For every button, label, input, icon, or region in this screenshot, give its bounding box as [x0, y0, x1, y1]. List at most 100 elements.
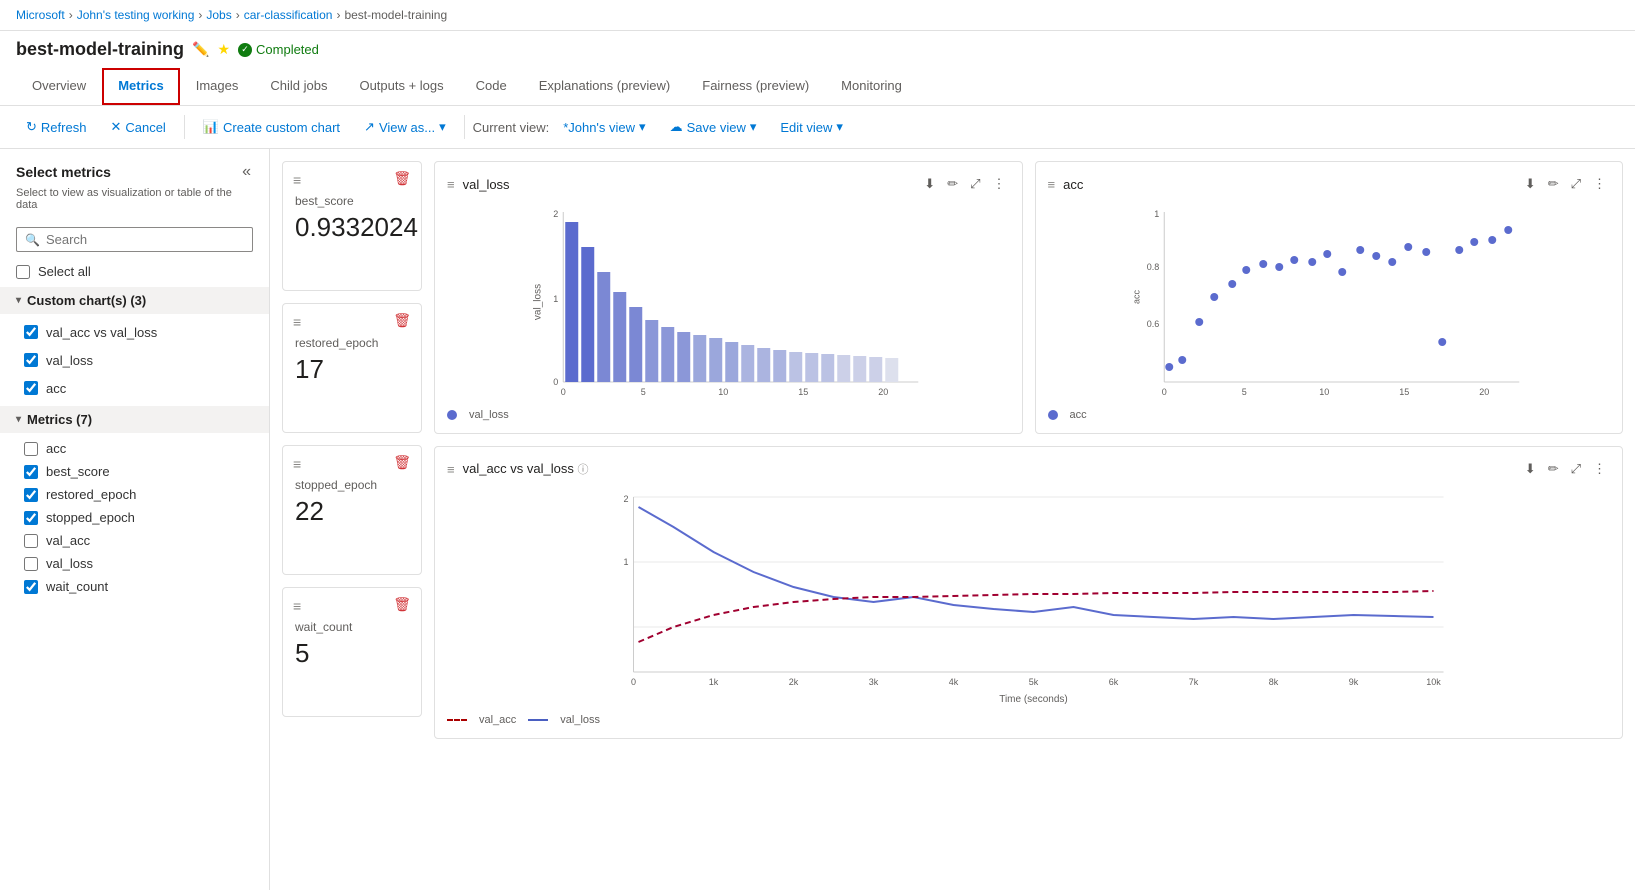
list-item[interactable]: val_acc [0, 529, 269, 552]
svg-text:7k: 7k [1189, 677, 1199, 687]
edit-view-button[interactable]: Edit view ▾ [770, 114, 853, 140]
more-chart-button[interactable]: ⋮ [989, 174, 1010, 194]
edit-chart-button[interactable]: ✏ [1544, 174, 1563, 194]
tab-code[interactable]: Code [460, 68, 523, 105]
list-item[interactable]: acc ··· [0, 374, 269, 402]
edit-chart-button[interactable]: ✏ [1544, 459, 1563, 479]
expand-chart-button[interactable]: ⤢ [1567, 174, 1585, 194]
acc-legend-label: acc [1070, 409, 1087, 421]
val-loss-legend-line [528, 719, 548, 721]
restored-epoch-value: 17 [295, 354, 409, 385]
stopped-epoch-label: stopped_epoch [295, 478, 409, 492]
chart-actions: ⬇ ✏ ⤢ ⋮ [1521, 459, 1610, 479]
svg-text:1: 1 [553, 294, 558, 304]
list-item[interactable]: val_loss ··· [0, 346, 269, 374]
expand-chart-button[interactable]: ⤢ [1567, 459, 1585, 479]
drag-icon[interactable]: ≡ [447, 177, 455, 192]
stopped-epoch-checkbox[interactable] [24, 511, 38, 525]
custom-charts-header[interactable]: ▾ Custom chart(s) (3) [0, 287, 269, 314]
svg-text:4k: 4k [949, 677, 959, 687]
breadcrumb-jobs[interactable]: Jobs [206, 8, 231, 22]
sidebar-header: Select metrics « [0, 149, 269, 187]
drag-handle-icon[interactable]: ≡ [293, 314, 301, 330]
delete-card-button[interactable]: 🗑 [393, 596, 411, 613]
svg-text:3k: 3k [869, 677, 879, 687]
page-title: best-model-training [16, 39, 184, 60]
list-item[interactable]: val_acc vs val_loss ··· [0, 318, 269, 346]
val-acc-vs-val-loss-checkbox[interactable] [24, 325, 38, 339]
cancel-button[interactable]: ✕ Cancel [100, 114, 175, 140]
drag-handle-icon[interactable]: ≡ [293, 456, 301, 472]
help-icon[interactable]: ⓘ [577, 464, 588, 476]
acc-checkbox[interactable] [24, 381, 38, 395]
svg-text:15: 15 [1399, 387, 1409, 397]
svg-text:6k: 6k [1109, 677, 1119, 687]
download-chart-button[interactable]: ⬇ [920, 174, 939, 194]
list-item[interactable]: acc [0, 437, 269, 460]
list-item[interactable]: restored_epoch [0, 483, 269, 506]
breadcrumb-microsoft[interactable]: Microsoft [16, 8, 65, 22]
view-name-button[interactable]: *John's view ▾ [553, 114, 655, 140]
svg-text:0.8: 0.8 [1146, 262, 1159, 272]
svg-text:2k: 2k [789, 677, 799, 687]
tab-monitoring[interactable]: Monitoring [825, 68, 918, 105]
download-chart-button[interactable]: ⬇ [1521, 459, 1540, 479]
val-loss-legend-label-2: val_loss [560, 714, 600, 726]
drag-icon[interactable]: ≡ [1048, 177, 1056, 192]
best-score-checkbox[interactable] [24, 465, 38, 479]
tab-metrics[interactable]: Metrics [102, 68, 180, 105]
save-view-button[interactable]: ☁ Save view ▾ [660, 114, 767, 140]
create-chart-button[interactable]: 📊 Create custom chart [193, 114, 350, 140]
list-item[interactable]: wait_count [0, 575, 269, 598]
list-item[interactable]: val_loss [0, 552, 269, 575]
more-chart-button[interactable]: ⋮ [1589, 174, 1610, 194]
tab-images[interactable]: Images [180, 68, 255, 105]
select-all-checkbox[interactable] [16, 265, 30, 279]
view-as-icon: ↗ [364, 119, 375, 135]
view-as-button[interactable]: ↗ View as... ▾ [354, 114, 456, 140]
sidebar-collapse-button[interactable]: « [240, 161, 253, 183]
edit-icon[interactable]: ✏️ [192, 41, 209, 58]
view-as-label: View as... [379, 120, 435, 135]
drag-icon[interactable]: ≡ [447, 462, 455, 477]
edit-chart-button[interactable]: ✏ [943, 174, 962, 194]
delete-card-button[interactable]: 🗑 [393, 312, 411, 329]
breadcrumb-car-classification[interactable]: car-classification [244, 8, 333, 22]
tab-outputs-logs[interactable]: Outputs + logs [343, 68, 459, 105]
delete-card-button[interactable]: 🗑 [393, 454, 411, 471]
tab-explanations[interactable]: Explanations (preview) [523, 68, 687, 105]
val-loss-checkbox[interactable] [24, 353, 38, 367]
search-box: 🔍 [16, 227, 253, 252]
star-icon[interactable]: ★ [217, 41, 230, 58]
restored-epoch-checkbox[interactable] [24, 488, 38, 502]
svg-text:0.6: 0.6 [1146, 319, 1159, 329]
expand-chart-button[interactable]: ⤢ [966, 174, 984, 194]
list-item[interactable]: stopped_epoch [0, 506, 269, 529]
val-acc-vs-val-loss-label: val_acc vs val_loss [46, 325, 157, 340]
wait-count-checkbox[interactable] [24, 580, 38, 594]
svg-text:15: 15 [798, 387, 808, 397]
download-chart-button[interactable]: ⬇ [1521, 174, 1540, 194]
val-acc-metric-checkbox[interactable] [24, 534, 38, 548]
svg-text:1: 1 [1154, 209, 1159, 219]
tab-child-jobs[interactable]: Child jobs [254, 68, 343, 105]
acc-metric-checkbox[interactable] [24, 442, 38, 456]
list-item[interactable]: best_score [0, 460, 269, 483]
refresh-button[interactable]: ↻ Refresh [16, 114, 96, 140]
search-input[interactable] [46, 232, 244, 247]
delete-card-button[interactable]: 🗑 [393, 170, 411, 187]
more-chart-button[interactable]: ⋮ [1589, 459, 1610, 479]
main-content: Select metrics « Select to view as visua… [0, 149, 1635, 890]
val-loss-metric-checkbox[interactable] [24, 557, 38, 571]
val-acc-vs-val-loss-svg: 2 1 0 1k 2k 3k 4k 5k 6k 7k [447, 487, 1610, 707]
metrics-group-header[interactable]: ▾ Metrics (7) [0, 406, 269, 433]
save-view-label: Save view [687, 120, 746, 135]
wait-count-card: ≡ 🗑 wait_count 5 [282, 587, 422, 717]
tab-overview[interactable]: Overview [16, 68, 102, 105]
tab-fairness[interactable]: Fairness (preview) [686, 68, 825, 105]
drag-handle-icon[interactable]: ≡ [293, 598, 301, 614]
val-loss-chart-card: ≡ val_loss ⬇ ✏ ⤢ ⋮ val_loss [434, 161, 1023, 434]
svg-text:5: 5 [1241, 387, 1246, 397]
drag-handle-icon[interactable]: ≡ [293, 172, 301, 188]
breadcrumb-workspace[interactable]: John's testing working [77, 8, 195, 22]
